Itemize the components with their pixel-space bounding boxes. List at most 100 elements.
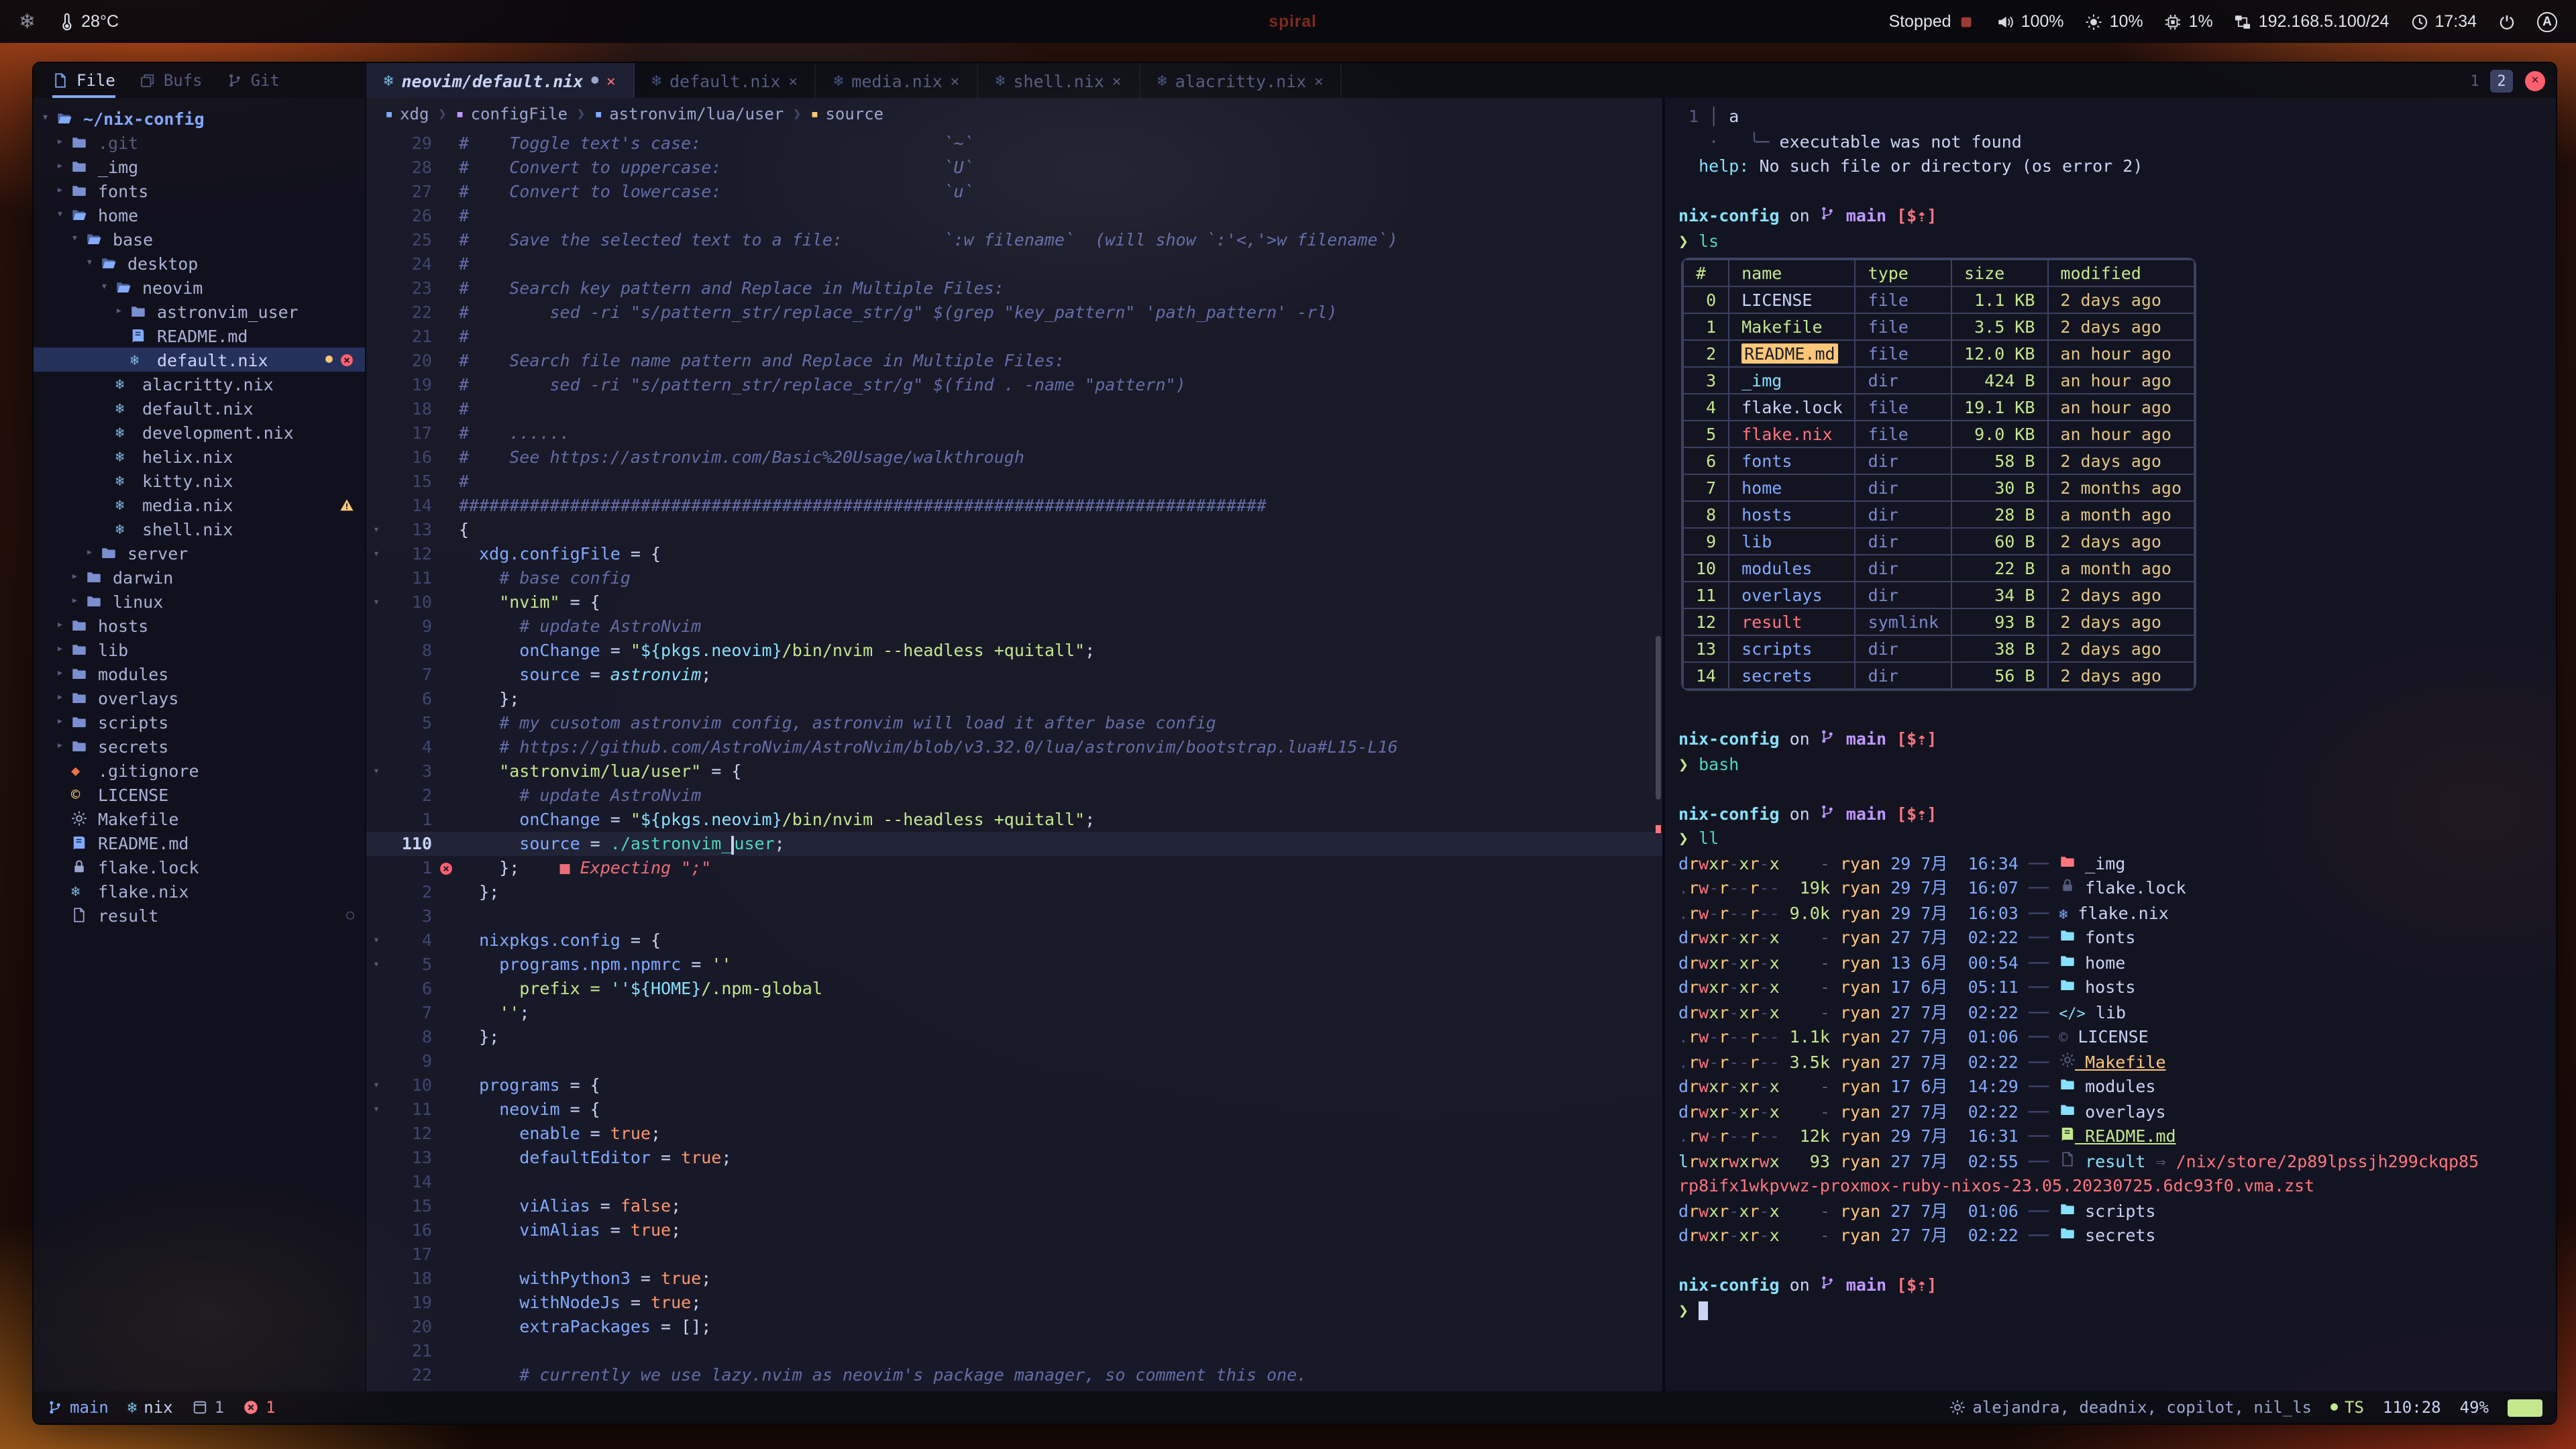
- buffer-close-icon[interactable]: ✕: [951, 72, 959, 89]
- tree-item[interactable]: ▸astronvim_user: [34, 299, 365, 323]
- tree-item[interactable]: ◆.gitignore: [34, 758, 365, 782]
- tree-item[interactable]: ▸darwin: [34, 565, 365, 589]
- editor-line[interactable]: 22# sed -ri "s/pattern_str/replace_str/g…: [366, 301, 1662, 325]
- tree-item[interactable]: ©LICENSE: [34, 782, 365, 806]
- tree-item[interactable]: ❄shell.nix: [34, 517, 365, 541]
- editor-scrollbar[interactable]: [1656, 133, 1661, 1391]
- tree-item[interactable]: ❄alacritty.nix: [34, 372, 365, 396]
- editor-line[interactable]: ▾11 neovim = {: [366, 1097, 1662, 1122]
- editor-line[interactable]: 9: [366, 1049, 1662, 1073]
- buffer-tab[interactable]: ❄alacritty.nix✕: [1140, 63, 1342, 98]
- topbar-widget-10-[interactable]: 10%: [2086, 12, 2143, 31]
- topbar-widget-17-34[interactable]: 17:34: [2410, 12, 2477, 31]
- editor-line[interactable]: 15 viAlias = false;: [366, 1194, 1662, 1218]
- fold-indicator[interactable]: ▾: [366, 953, 386, 977]
- chevron-down-icon[interactable]: ▾: [56, 208, 71, 221]
- editor-line[interactable]: ▾5 programs.npm.npmrc = '': [366, 953, 1662, 977]
- editor-line[interactable]: 19# sed -ri "s/pattern_str/replace_str/g…: [366, 373, 1662, 397]
- chevron-right-icon[interactable]: ▸: [56, 160, 71, 173]
- chevron-right-icon[interactable]: ▸: [86, 546, 101, 559]
- breadcrumb-item[interactable]: ▪astronvim/lua/user: [594, 105, 784, 123]
- tree-item[interactable]: ▸secrets: [34, 734, 365, 758]
- tree-item[interactable]: ▸.git: [34, 130, 365, 154]
- editor-line[interactable]: 28# Convert to uppercase: `U`: [366, 156, 1662, 180]
- tabpage-number[interactable]: 2: [2490, 69, 2513, 92]
- chevron-right-icon[interactable]: ▸: [56, 643, 71, 656]
- editor-line[interactable]: 11 # base config: [366, 566, 1662, 590]
- editor-line[interactable]: 29# Toggle text's case: `~`: [366, 131, 1662, 156]
- tree-item[interactable]: ▸hosts: [34, 613, 365, 637]
- fold-indicator[interactable]: ▾: [366, 928, 386, 953]
- editor-line[interactable]: 8 };: [366, 1025, 1662, 1049]
- chevron-right-icon[interactable]: ▸: [56, 136, 71, 149]
- editor-line[interactable]: 20# Search file name pattern and Replace…: [366, 349, 1662, 373]
- fold-indicator[interactable]: ▾: [366, 759, 386, 784]
- editor-line[interactable]: 7 '';: [366, 1001, 1662, 1025]
- tree-item[interactable]: flake.lock: [34, 855, 365, 879]
- chevron-right-icon[interactable]: ▸: [56, 184, 71, 197]
- editor-line[interactable]: 16# See https://astronvim.com/Basic%20Us…: [366, 445, 1662, 470]
- editor-line[interactable]: 9 # update AstroNvim: [366, 614, 1662, 639]
- tree-item[interactable]: result○: [34, 903, 365, 927]
- editor-line[interactable]: 2 # update AstroNvim: [366, 784, 1662, 808]
- topbar-widget-100-[interactable]: 100%: [1997, 12, 2064, 31]
- editor-line[interactable]: 3: [366, 904, 1662, 928]
- editor-line[interactable]: 20 extraPackages = [];: [366, 1315, 1662, 1339]
- topbar-widget-1-[interactable]: 1%: [2165, 12, 2213, 31]
- nix-menu-button[interactable]: ❄: [19, 9, 36, 34]
- explorer-tab-file[interactable]: File: [52, 63, 115, 98]
- fold-indicator[interactable]: ▾: [366, 1097, 386, 1122]
- editor-pane[interactable]: ▪xdg❯▪configFile❯▪astronvim/lua/user❯▪so…: [366, 98, 1662, 1391]
- explorer-tab-git[interactable]: Git: [227, 63, 280, 98]
- editor-line[interactable]: 15#: [366, 470, 1662, 494]
- editor-line[interactable]: 6 prefix = ''${HOME}/.npm-global: [366, 977, 1662, 1001]
- tree-item[interactable]: ❄media.nix: [34, 492, 365, 517]
- editor-line[interactable]: 17# ......: [366, 421, 1662, 445]
- editor-line[interactable]: 26#: [366, 204, 1662, 228]
- chevron-down-icon[interactable]: ▾: [71, 232, 86, 246]
- tree-item[interactable]: ▾desktop: [34, 251, 365, 275]
- editor-line[interactable]: 18#: [366, 397, 1662, 421]
- editor-line[interactable]: ▾3 "astronvim/lua/user" = {: [366, 759, 1662, 784]
- tree-item[interactable]: ▾home: [34, 203, 365, 227]
- tree-item[interactable]: ▾base: [34, 227, 365, 251]
- tree-item[interactable]: README.md: [34, 830, 365, 855]
- scrollbar-thumb[interactable]: [1656, 636, 1661, 800]
- editor-line[interactable]: 5 # my cusotom astronvim config, astronv…: [366, 711, 1662, 735]
- editor-line[interactable]: 24#: [366, 252, 1662, 276]
- fold-indicator[interactable]: ▾: [366, 590, 386, 614]
- chevron-right-icon[interactable]: ▸: [71, 594, 86, 608]
- chevron-right-icon[interactable]: ▸: [115, 305, 130, 318]
- fold-indicator[interactable]: ▾: [366, 518, 386, 542]
- editor-line[interactable]: 1 onChange = "${pkgs.neovim}/bin/nvim --…: [366, 808, 1662, 832]
- editor-line[interactable]: 14: [366, 1170, 1662, 1194]
- editor-line[interactable]: 22 # currently we use lazy.nvim as neovi…: [366, 1363, 1662, 1387]
- editor-line[interactable]: 1 }; ■ Expecting ";": [366, 856, 1662, 880]
- editor-line[interactable]: 13 defaultEditor = true;: [366, 1146, 1662, 1170]
- chevron-right-icon[interactable]: ▸: [56, 619, 71, 632]
- topbar-widget-power[interactable]: [2498, 13, 2516, 30]
- breadcrumb-item[interactable]: ▪xdg: [385, 105, 429, 123]
- buffer-tab[interactable]: ❄media.nix✕: [816, 63, 978, 98]
- editor-line[interactable]: 18 withPython3 = true;: [366, 1267, 1662, 1291]
- buffer-close-icon[interactable]: ✕: [1314, 72, 1323, 89]
- chevron-right-icon[interactable]: ▸: [71, 570, 86, 584]
- fold-indicator[interactable]: ▾: [366, 542, 386, 566]
- editor-line[interactable]: ▾13{: [366, 518, 1662, 542]
- chevron-right-icon[interactable]: ▸: [56, 691, 71, 704]
- chevron-right-icon[interactable]: ▸: [56, 715, 71, 729]
- editor-line[interactable]: 6 };: [366, 687, 1662, 711]
- file-explorer[interactable]: ▾~/nix-config▸.git▸_img▸fonts▾home▾base▾…: [34, 98, 366, 1391]
- tree-item[interactable]: ❄default.nix●: [34, 347, 365, 372]
- editor-line[interactable]: 7 source = astronvim;: [366, 663, 1662, 687]
- tree-item[interactable]: ▸linux: [34, 589, 365, 613]
- tree-item[interactable]: ❄default.nix: [34, 396, 365, 420]
- buffer-close-icon[interactable]: ✕: [789, 72, 798, 89]
- tree-item[interactable]: ▸lib: [34, 637, 365, 661]
- tree-item[interactable]: ▸overlays: [34, 686, 365, 710]
- fold-indicator[interactable]: ▾: [366, 1073, 386, 1097]
- tree-item[interactable]: ❄development.nix: [34, 420, 365, 444]
- editor-line[interactable]: ▾10 "nvim" = {: [366, 590, 1662, 614]
- buffer-close-icon[interactable]: ✕: [606, 72, 615, 89]
- editor-line[interactable]: 25# Save the selected text to a file: `:…: [366, 228, 1662, 252]
